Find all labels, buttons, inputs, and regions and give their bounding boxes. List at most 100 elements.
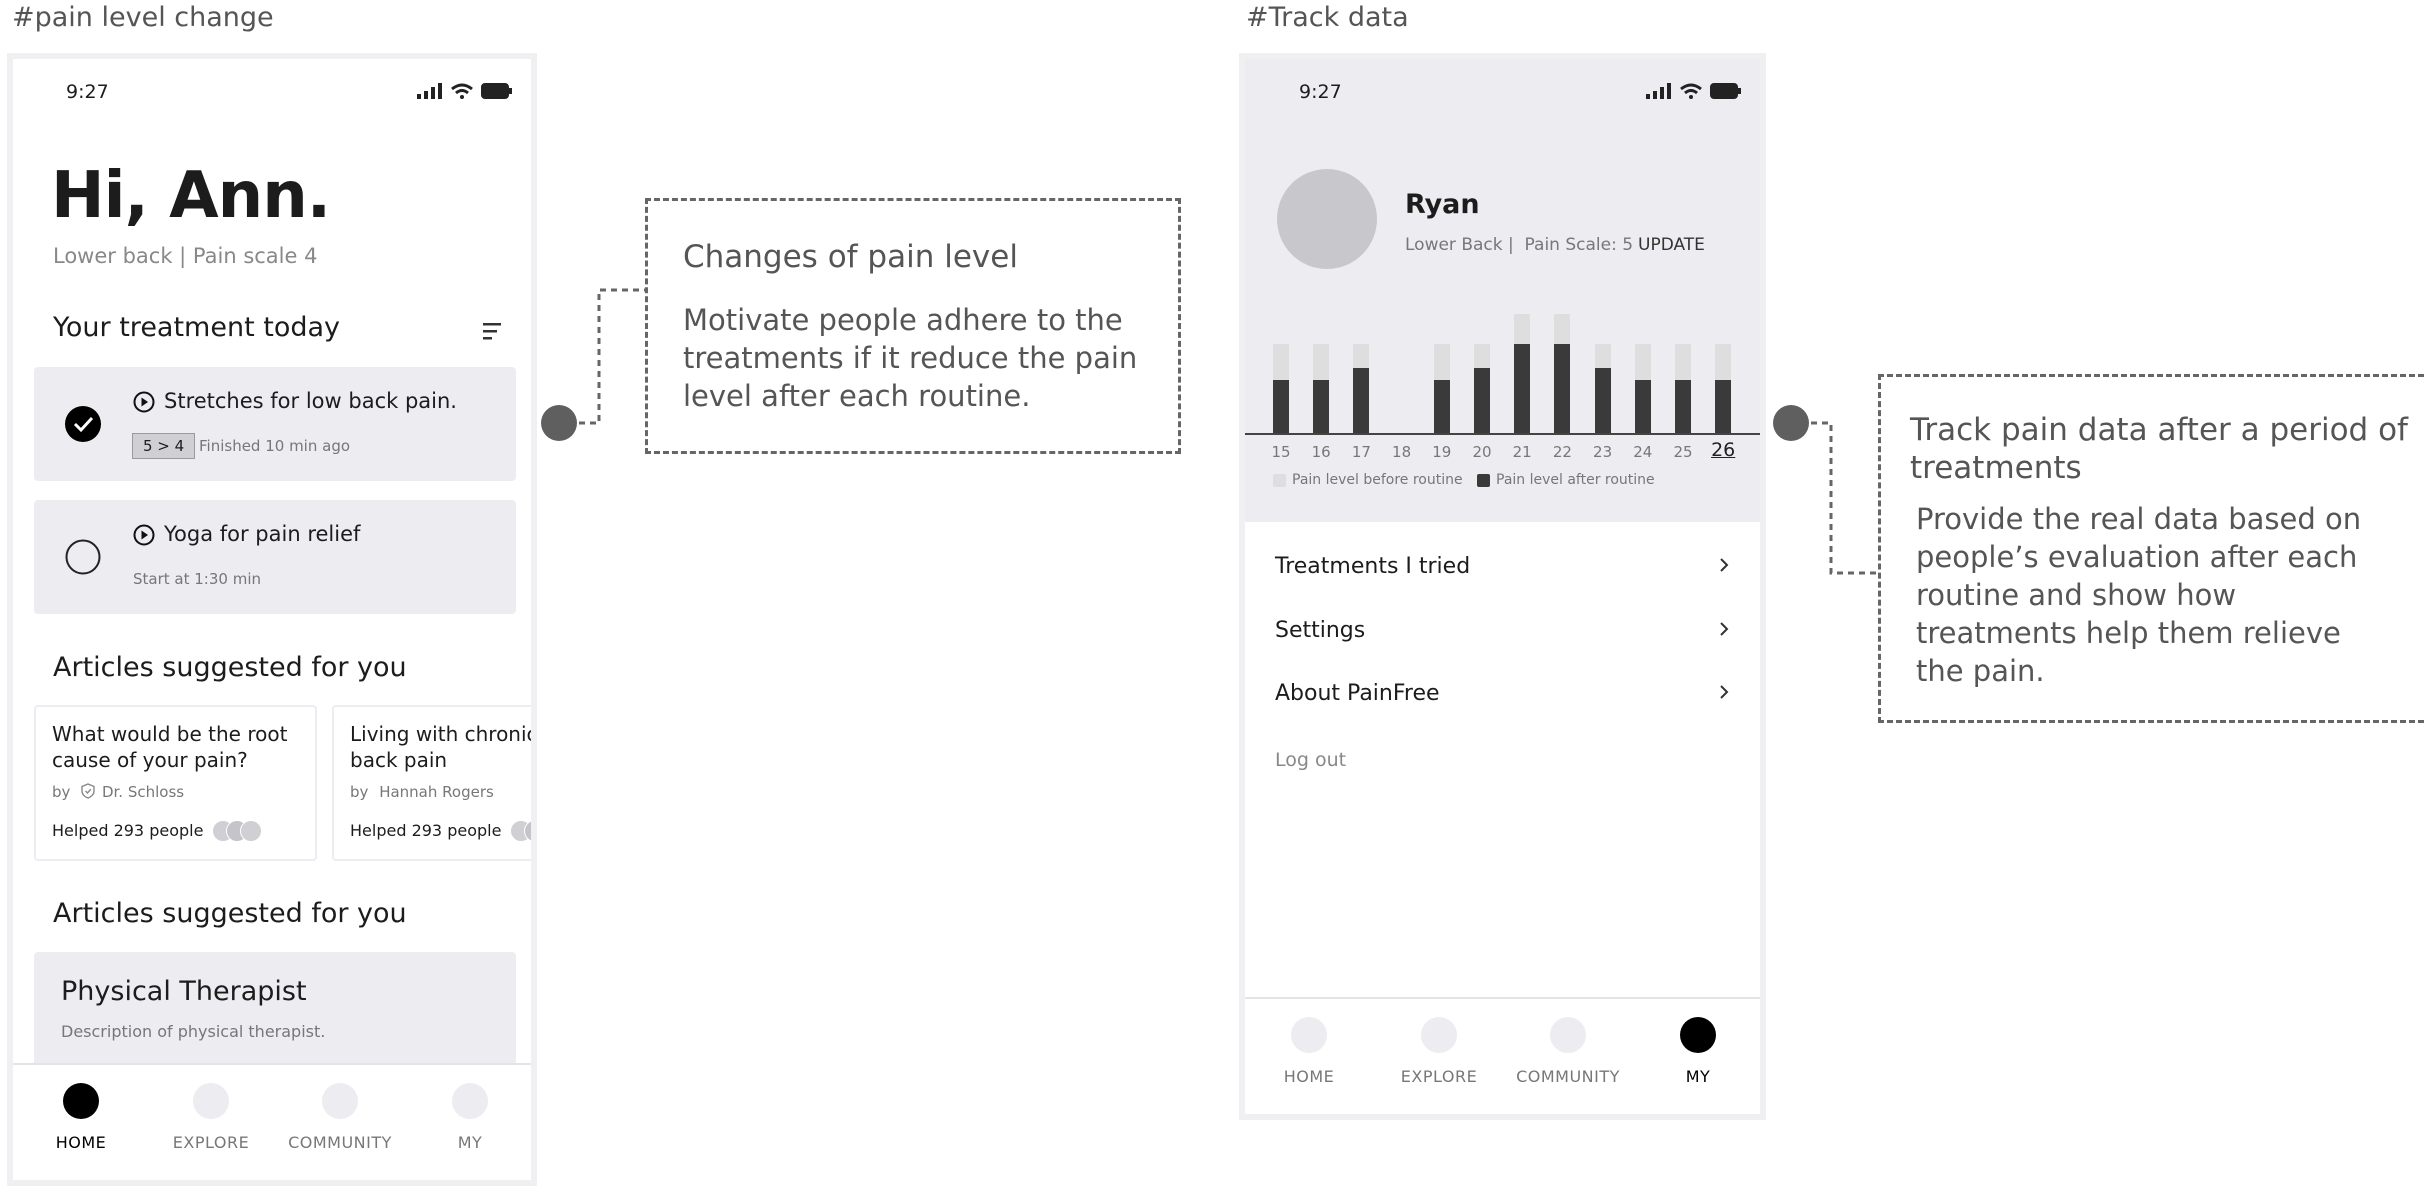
my-icon (1680, 1017, 1716, 1053)
wifi-icon (1680, 83, 1702, 103)
nav-label: EXPLORE (172, 1133, 250, 1152)
tick-label: 15 (1271, 443, 1291, 461)
avatar-stack (510, 820, 531, 842)
therapist-desc: Description of physical therapist. (61, 1022, 326, 1041)
battery-icon (1710, 83, 1742, 103)
tick-label: 23 (1593, 443, 1613, 461)
tick-label: 26 (1711, 439, 1736, 461)
nav-label: MY (457, 1133, 483, 1152)
menu-item-settings[interactable]: Settings (1275, 618, 1730, 643)
profile-name: Ryan (1405, 189, 1480, 220)
treatment-title: Stretches for low back pain. (164, 389, 457, 413)
bar-after (1715, 380, 1732, 434)
check-icon[interactable] (64, 405, 102, 447)
callout-title: Track pain data after a period of treatm… (1910, 412, 2408, 486)
tick-label: 20 (1472, 443, 1492, 461)
greeting: Hi, Ann. (51, 159, 331, 233)
callout-title: Changes of pain level (683, 239, 1018, 275)
article-title: Living with chronic back pain (350, 722, 537, 772)
callout-track-data: Track pain data after a period of treatm… (1878, 374, 2424, 723)
update-link[interactable]: UPDATE (1638, 235, 1705, 255)
bar-after (1433, 380, 1450, 434)
play-icon (133, 524, 155, 550)
chart-ticks: 15 16 17 18 19 20 21 22 23 24 25 26 (1245, 439, 1760, 467)
annotation-dot (541, 405, 577, 441)
nav-label: MY (1685, 1067, 1711, 1086)
signal-icon (417, 83, 443, 103)
legend-swatch-after (1477, 473, 1490, 487)
chevron-right-icon (1718, 554, 1730, 579)
left-phone: 9:27 Hi, Ann. Lower back | Pain scale 4 … (7, 53, 537, 1186)
bar-after (1313, 380, 1330, 434)
legend-label: Pain level before routine (1292, 472, 1463, 488)
pain-chart (1245, 304, 1760, 434)
tick-label: 22 (1552, 443, 1572, 461)
avatar[interactable] (1277, 169, 1377, 269)
menu-item-about[interactable]: About PainFree (1275, 681, 1730, 706)
logout-link[interactable]: Log out (1275, 749, 1346, 771)
nav-label: HOME (1283, 1067, 1335, 1086)
callout-pain-level: Changes of pain level Motivate people ad… (645, 198, 1181, 454)
treatment-card[interactable]: Stretches for low back pain. 5 > 4 Finis… (34, 367, 516, 481)
connector-line (579, 288, 645, 425)
section-label-right: #Track data (1246, 2, 1409, 33)
tick-label: 16 (1311, 443, 1331, 461)
articles-heading: Articles suggested for you (53, 898, 407, 929)
filter-icon[interactable] (483, 323, 503, 345)
nav-item-explore[interactable]: EXPLORE (141, 1083, 281, 1152)
status-time: 9:27 (66, 81, 109, 103)
therapist-title: Physical Therapist (61, 976, 307, 1007)
nav-item-home[interactable]: HOME (13, 1083, 151, 1152)
bottom-nav: HOME EXPLORE COMMUNITY MY (13, 1063, 531, 1180)
nav-item-community[interactable]: COMMUNITY (270, 1083, 410, 1152)
legend-before: Pain level before routine (1273, 472, 1463, 488)
nav-label: HOME (55, 1133, 107, 1152)
bar-after (1554, 344, 1571, 434)
tick-label: 18 (1392, 443, 1412, 461)
status-time: 9:27 (1299, 81, 1342, 103)
treatment-heading: Your treatment today (53, 312, 341, 343)
article-author: Hannah Rogers (379, 783, 494, 801)
wifi-icon (451, 83, 473, 103)
bar-after (1675, 380, 1691, 434)
explore-icon (193, 1083, 229, 1119)
menu-item-treatments[interactable]: Treatments I tried (1275, 554, 1730, 579)
my-icon (452, 1083, 488, 1119)
menu-label: Treatments I tried (1275, 554, 1471, 579)
community-icon (1550, 1017, 1586, 1053)
article-by: by (350, 783, 369, 801)
play-icon (133, 391, 155, 417)
legend-after: Pain level after routine (1477, 472, 1655, 488)
nav-item-my[interactable]: MY (400, 1083, 531, 1152)
article-card[interactable]: Living with chronic back pain by Hannah … (332, 705, 537, 861)
bottom-nav: HOME EXPLORE COMMUNITY MY (1245, 997, 1760, 1114)
nav-item-my[interactable]: MY (1628, 1017, 1760, 1086)
callout-body: Provide the real data based on people’s … (1916, 502, 2362, 688)
home-icon (63, 1083, 99, 1119)
article-by: by (52, 783, 71, 801)
chart-baseline (1245, 433, 1760, 435)
battery-icon (481, 83, 513, 103)
callout-body: Motivate people adhere to the treatments… (683, 303, 1138, 413)
nav-item-explore[interactable]: EXPLORE (1369, 1017, 1509, 1086)
avatar-stack (212, 820, 264, 842)
right-phone: 9:27 Ryan Lower Back | Pain Scale: 5 UPD… (1239, 53, 1766, 1120)
home-icon (1291, 1017, 1327, 1053)
nav-item-home[interactable]: HOME (1245, 1017, 1379, 1086)
article-byline: by Dr. Schloss (52, 783, 184, 803)
profile-meta: Lower Back | Pain Scale: 5 (1405, 235, 1634, 255)
article-card[interactable]: What would be the root cause of your pai… (34, 705, 317, 861)
menu-label: About PainFree (1275, 681, 1440, 706)
treatment-card[interactable]: Yoga for pain relief Start at 1:30 min (34, 500, 516, 614)
tick-label: 24 (1633, 443, 1653, 461)
chevron-right-icon (1718, 681, 1730, 706)
explore-icon (1421, 1017, 1457, 1053)
treatment-meta: Start at 1:30 min (133, 570, 261, 588)
unchecked-circle-icon[interactable] (64, 538, 102, 580)
tick-label: 17 (1351, 443, 1371, 461)
status-icons (1646, 83, 1742, 103)
article-helped: Helped 293 people (52, 821, 204, 840)
bar-after (1474, 368, 1490, 434)
article-title: What would be the root cause of your pai… (52, 722, 288, 772)
nav-item-community[interactable]: COMMUNITY (1498, 1017, 1638, 1086)
